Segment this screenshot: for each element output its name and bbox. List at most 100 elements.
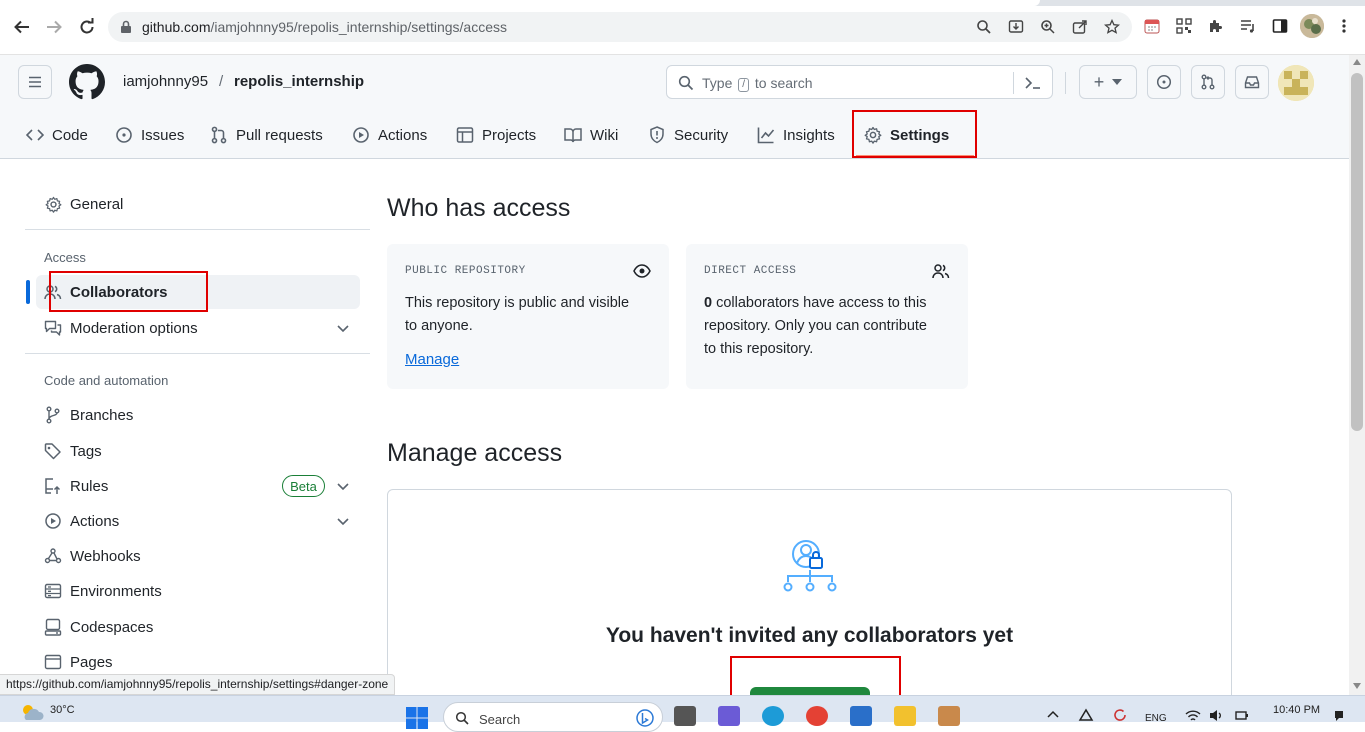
header-divider <box>1065 72 1066 94</box>
magnifier-icon <box>977 20 991 34</box>
arrow-left-icon <box>14 20 29 34</box>
chevron-down-icon[interactable] <box>335 320 351 336</box>
media-control-button[interactable] <box>1238 16 1258 36</box>
extension-calendar-button[interactable] <box>1142 16 1162 36</box>
search-icon <box>678 75 694 91</box>
taskbar-app-teams-icon[interactable] <box>718 706 740 726</box>
taskbar-clock[interactable]: 10:40 PM <box>1273 704 1320 716</box>
tray-sync-icon[interactable] <box>1112 708 1128 722</box>
sidebar-item-codespaces[interactable]: Codespaces <box>36 610 360 644</box>
scroll-down-icon[interactable] <box>1353 683 1361 689</box>
scrollbar-thumb[interactable] <box>1351 73 1363 431</box>
global-search-input[interactable]: Type / to search <box>666 65 1053 99</box>
tab-issues[interactable]: Issues <box>115 123 184 147</box>
public-repository-text: This repository is public and visible to … <box>405 292 629 338</box>
tab-settings[interactable]: Settings <box>864 123 949 147</box>
notification-icon[interactable] <box>1333 710 1345 722</box>
sidebar-item-branches[interactable]: Branches <box>36 398 360 432</box>
tab-code-label: Code <box>52 126 88 144</box>
sidebar-item-collaborators[interactable]: Collaborators <box>36 275 360 309</box>
pull-requests-button[interactable] <box>1191 65 1225 99</box>
user-avatar[interactable] <box>1278 65 1314 101</box>
sidebar-item-tags[interactable]: Tags <box>36 434 360 468</box>
tab-pull-requests[interactable]: Pull requests <box>210 123 323 147</box>
search-divider <box>1013 72 1014 94</box>
side-panel-button[interactable] <box>1270 16 1290 36</box>
collaborator-count: 0 <box>704 295 713 311</box>
star-icon <box>1104 19 1120 34</box>
global-menu-button[interactable] <box>18 65 52 99</box>
reload-button[interactable] <box>75 15 99 39</box>
taskbar-app-photo-icon[interactable] <box>938 706 960 726</box>
tab-projects[interactable]: Projects <box>456 123 536 147</box>
tab-insights[interactable]: Insights <box>757 123 835 147</box>
search-shortcut-key: / <box>738 78 750 92</box>
scroll-up-icon[interactable] <box>1353 59 1361 65</box>
people-icon <box>932 264 950 279</box>
sidebar-item-moderation-options[interactable]: Moderation options <box>36 311 360 345</box>
taskbar-app-edge-icon[interactable] <box>762 706 784 726</box>
taskbar-search-box[interactable]: Search <box>443 702 663 732</box>
tab-security[interactable]: Security <box>648 123 728 147</box>
command-palette-icon[interactable] <box>1024 75 1042 91</box>
extension-qr-button[interactable] <box>1174 16 1194 36</box>
extensions-button[interactable] <box>1206 16 1226 36</box>
sidebar-item-environments[interactable]: Environments <box>36 574 360 608</box>
zoom-button[interactable] <box>1038 17 1058 37</box>
repo-name-link[interactable]: repolis_internship <box>234 73 364 90</box>
tab-projects-label: Projects <box>482 126 537 144</box>
tray-app-icon[interactable] <box>1078 708 1094 722</box>
bookmark-button[interactable] <box>1102 17 1122 37</box>
tab-actions[interactable]: Actions <box>352 123 427 147</box>
sidebar-item-actions[interactable]: Actions <box>36 504 360 538</box>
lens-search-button[interactable] <box>974 17 994 37</box>
git-pull-request-icon <box>1201 74 1215 90</box>
tab-wiki[interactable]: Wiki <box>564 123 618 147</box>
comment-discussion-icon <box>44 319 62 337</box>
inbox-button[interactable] <box>1235 65 1269 99</box>
battery-icon[interactable] <box>1235 709 1249 722</box>
tab-settings-label: Settings <box>890 126 950 144</box>
chevron-down-icon[interactable] <box>335 513 351 529</box>
chevron-down-icon[interactable] <box>335 478 351 494</box>
chevron-up-icon[interactable] <box>1047 710 1059 718</box>
active-browser-tab[interactable] <box>0 0 1040 6</box>
sidebar-item-general[interactable]: General <box>36 187 360 221</box>
page-scrollbar[interactable] <box>1349 55 1365 695</box>
repo-owner-link[interactable]: iamjohnny95 <box>123 73 208 90</box>
direct-access-label: DIRECT ACCESS <box>704 265 797 277</box>
address-bar[interactable]: github.com/iamjohnny95/repolis_internshi… <box>108 12 1132 42</box>
public-repository-label: PUBLIC REPOSITORY <box>405 265 526 277</box>
taskbar-app-explorer-icon[interactable] <box>894 706 916 726</box>
browser-toolbar: github.com/iamjohnny95/repolis_internshi… <box>0 0 1365 55</box>
sidebar-item-webhooks-label: Webhooks <box>70 547 141 565</box>
weather-icon[interactable] <box>18 702 44 722</box>
forward-button[interactable] <box>42 15 66 39</box>
back-button[interactable] <box>10 15 34 39</box>
taskbar-app-task-view-icon[interactable] <box>674 706 696 726</box>
issues-button[interactable] <box>1147 65 1181 99</box>
keyboard-language[interactable]: ENG <box>1145 713 1167 724</box>
manage-visibility-link[interactable]: Manage <box>405 351 459 368</box>
windows-start-icon[interactable] <box>405 706 429 730</box>
taskbar-app-mail-icon[interactable] <box>850 706 872 726</box>
plus-icon: + <box>1093 71 1105 92</box>
tab-pull-requests-label: Pull requests <box>236 126 323 144</box>
search-placeholder-suffix: to search <box>754 75 813 91</box>
url-path: /iamjohnny95/repolis_internship/settings… <box>210 19 507 35</box>
install-app-button[interactable] <box>1006 17 1026 37</box>
share-button[interactable] <box>1070 17 1090 37</box>
taskbar-app-chrome-icon[interactable] <box>806 706 828 726</box>
profile-avatar[interactable] <box>1300 14 1324 38</box>
wifi-icon[interactable] <box>1185 710 1201 722</box>
speaker-icon[interactable] <box>1209 709 1223 722</box>
tab-code[interactable]: Code <box>26 123 88 147</box>
table-icon <box>456 126 474 144</box>
gear-icon <box>864 126 882 144</box>
create-new-button[interactable]: + <box>1079 65 1137 99</box>
sidebar-item-webhooks[interactable]: Webhooks <box>36 539 360 573</box>
github-logo[interactable] <box>69 64 105 100</box>
browser-menu-button[interactable] <box>1334 16 1354 36</box>
address-url: github.com/iamjohnny95/repolis_internshi… <box>142 19 507 35</box>
eye-icon <box>633 264 651 278</box>
